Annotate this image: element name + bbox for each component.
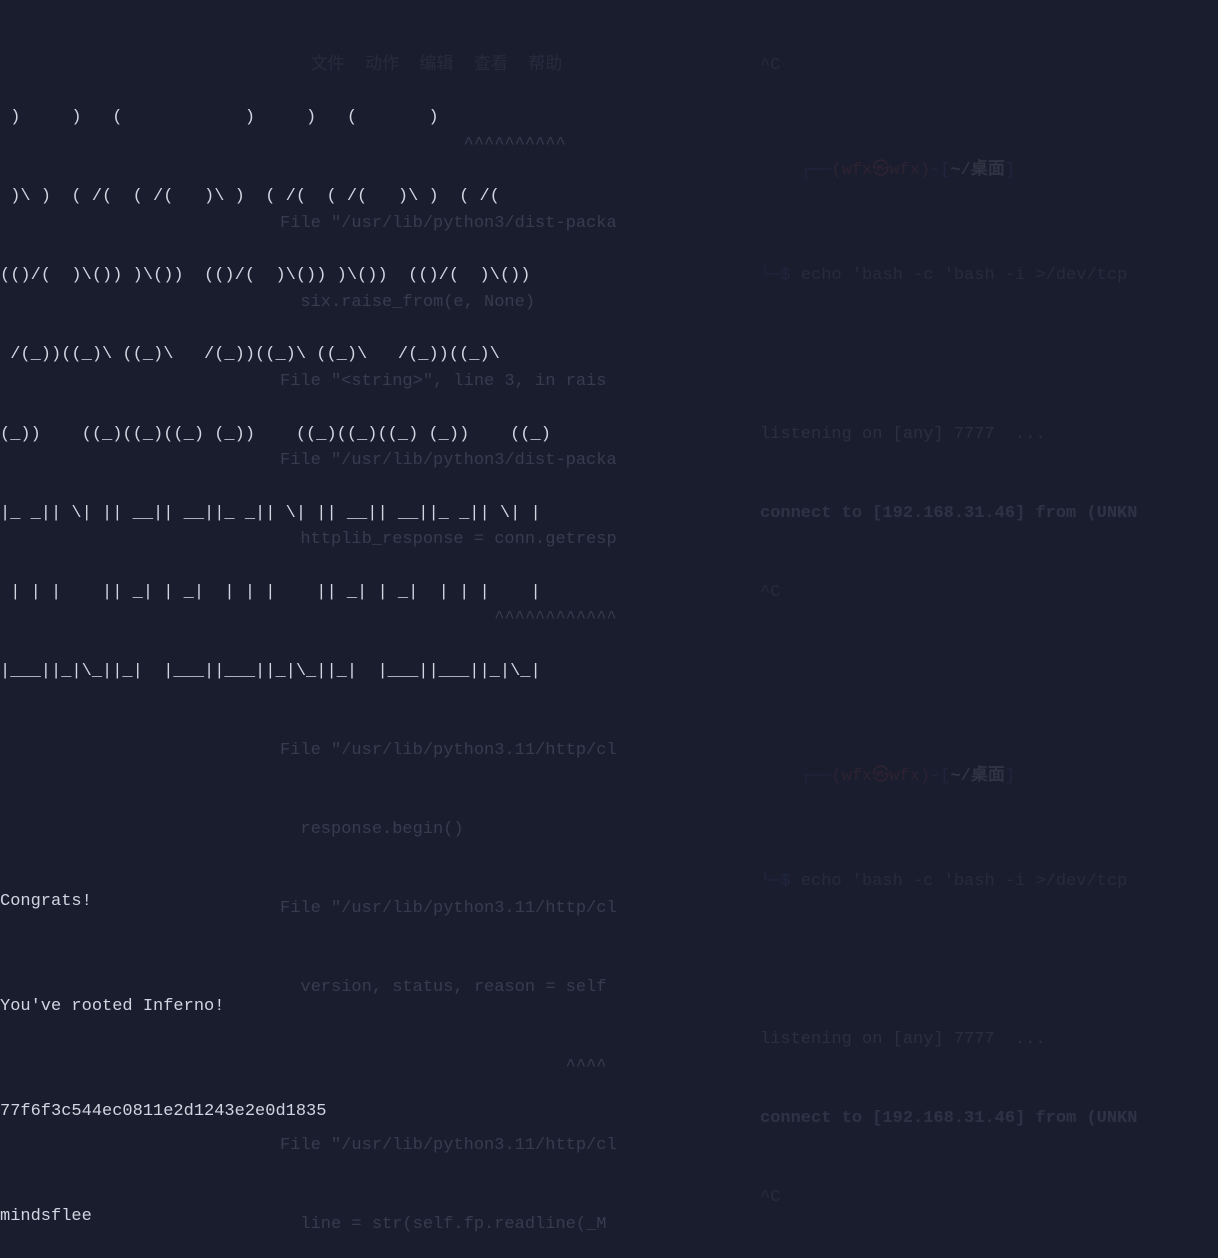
inferno-ascii-art: ) ) ( ) ) ( ) )\ ) ( /( ( /( )\ ) ( /( (…: [0, 53, 990, 738]
author-name: mindsflee: [0, 1204, 990, 1230]
ascii-art-line: (_)) ((_)((_)((_) (_)) ((_)((_)((_) (_))…: [0, 422, 990, 448]
ascii-art-line: |___||_|\_||_| |___||___||_|\_||_| |___|…: [0, 659, 990, 685]
ascii-art-line: /(_))((_)\ ((_)\ /(_))((_)\ ((_)\ /(_))(…: [0, 342, 990, 368]
ascii-art-line: ) ) ( ) ) ( ): [0, 105, 990, 131]
message-block: Congrats! You've rooted Inferno! 77f6f3c…: [0, 836, 990, 1258]
rooted-text: You've rooted Inferno!: [0, 994, 990, 1020]
ascii-art-line: |_ _|| \| || __|| __||_ _|| \| || __|| _…: [0, 501, 990, 527]
ascii-art-line: (()/( )\()) )\()) (()/( )\()) )\()) (()/…: [0, 263, 990, 289]
flag-hash: 77f6f3c544ec0811e2d1243e2e0d1835: [0, 1099, 990, 1125]
ascii-art-line: )\ ) ( /( ( /( )\ ) ( /( ( /( )\ ) ( /(: [0, 184, 990, 210]
ascii-art-line: | | | || _| | _| | | | || _| | _| | | | …: [0, 580, 990, 606]
foreground-terminal: ) ) ( ) ) ( ) )\ ) ( /( ( /( )\ ) ( /( (…: [0, 0, 990, 1258]
congrats-text: Congrats!: [0, 889, 990, 915]
